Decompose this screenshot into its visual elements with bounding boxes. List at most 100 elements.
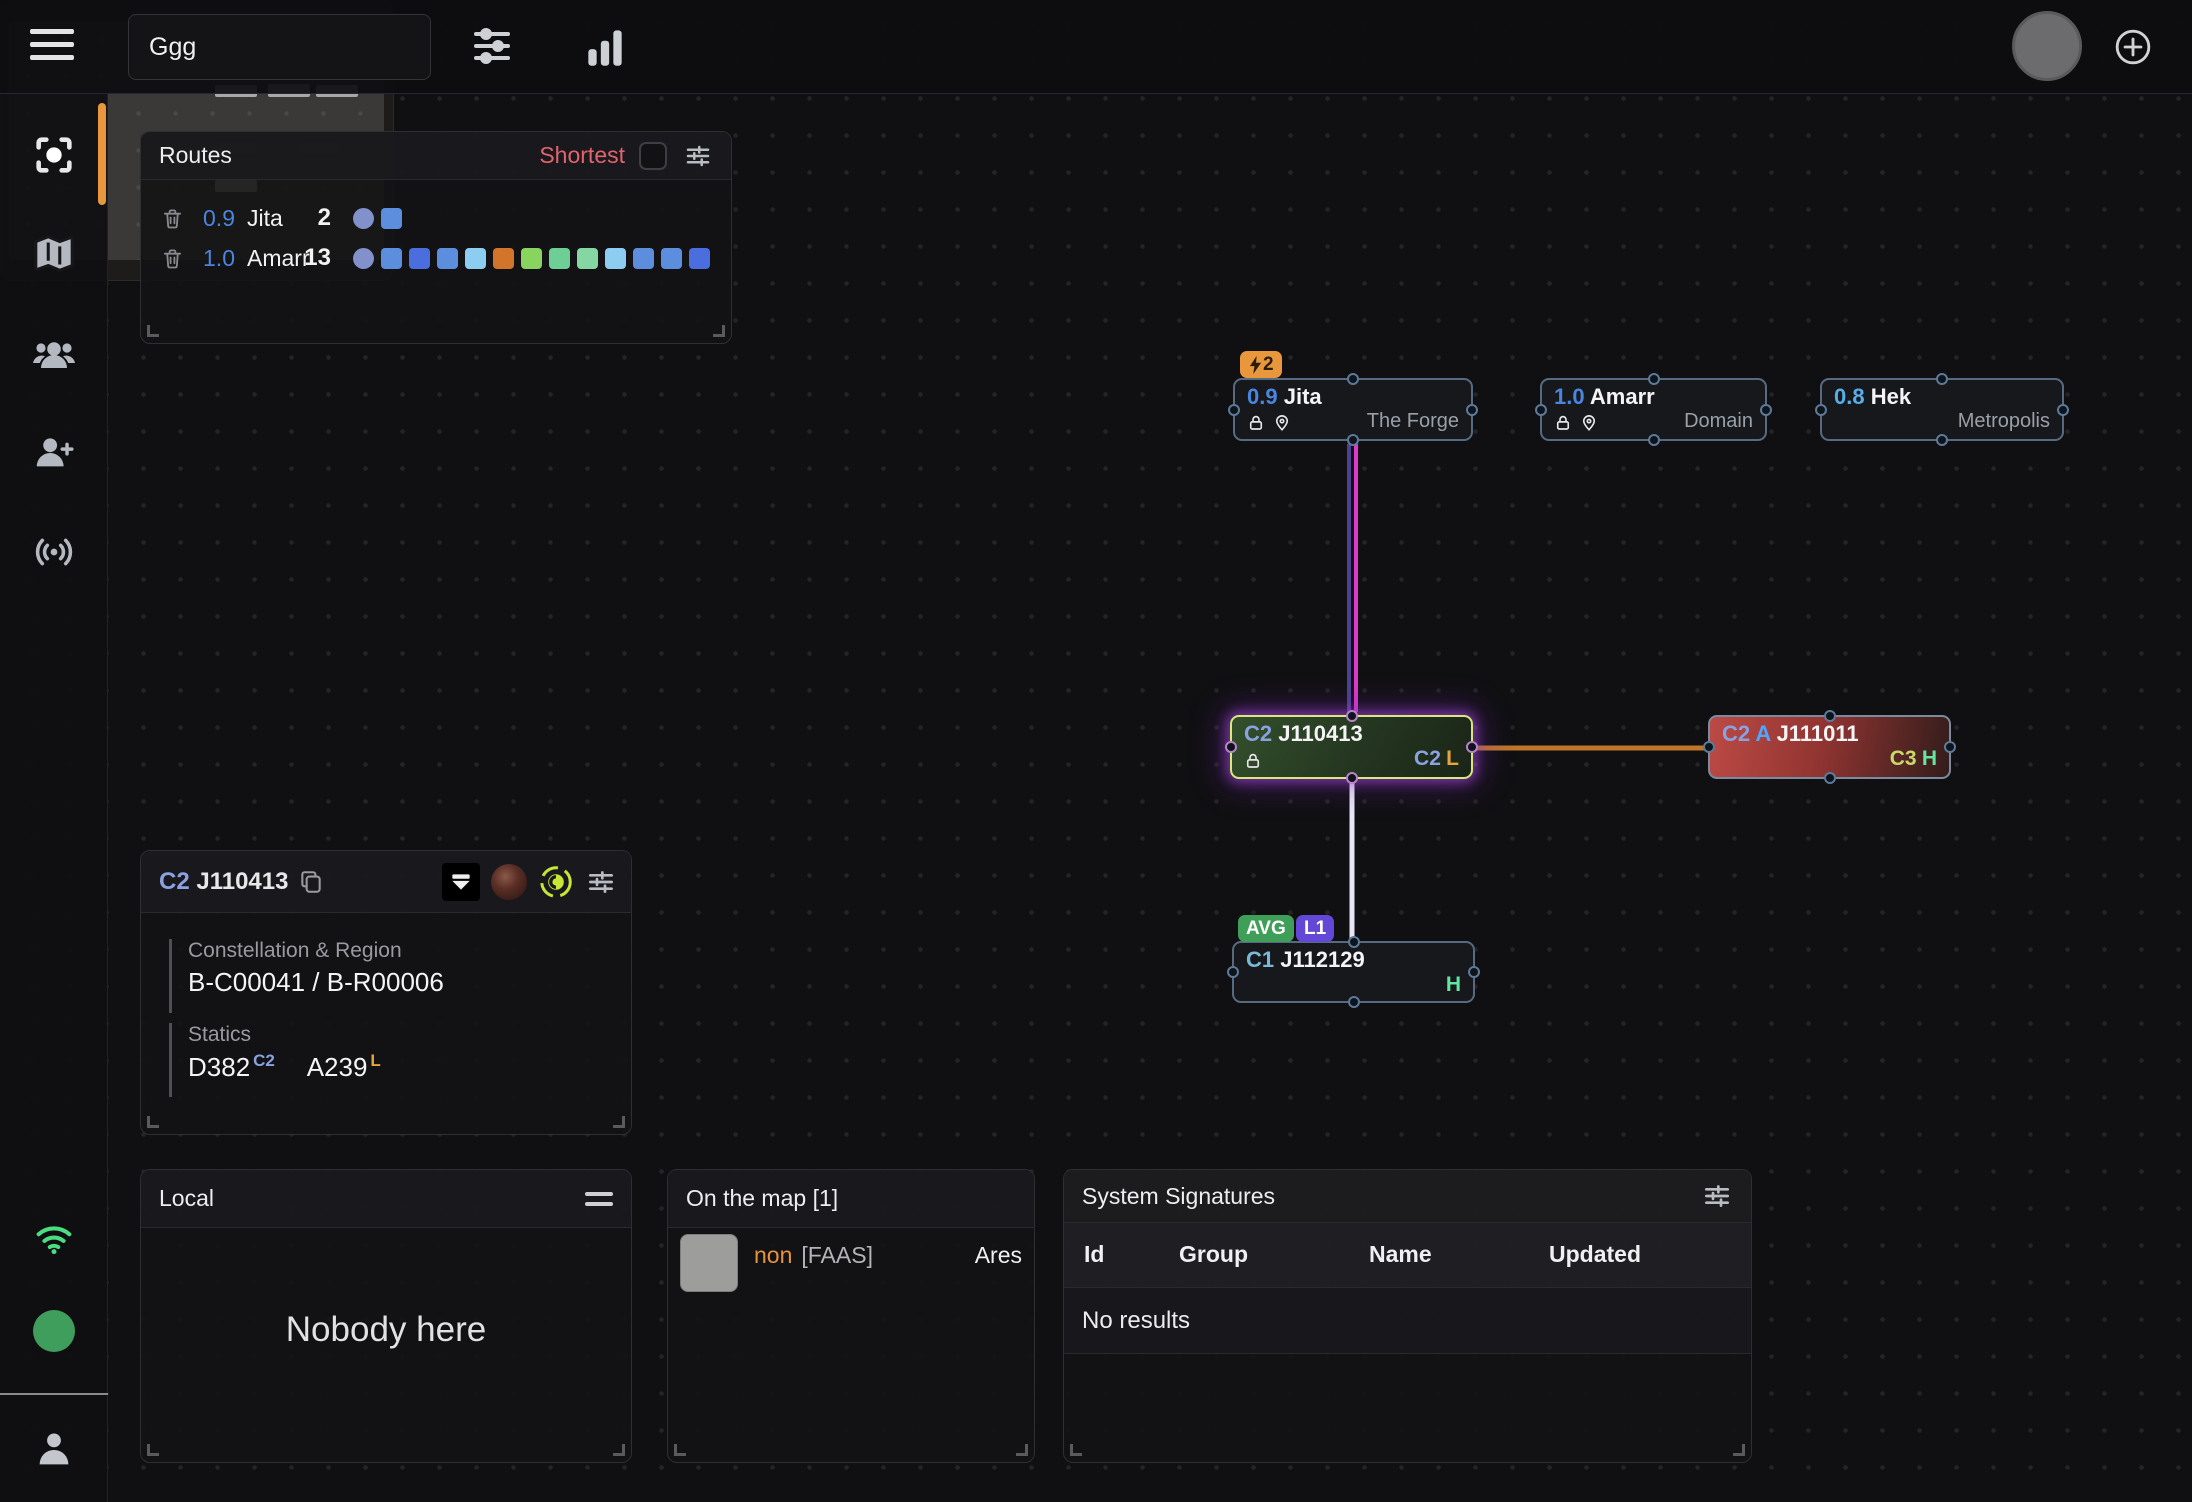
map-node-hek[interactable]: 0.8 Hek Metropolis [1820, 378, 2064, 441]
connector-dot[interactable] [1936, 434, 1948, 446]
resize-handle[interactable] [613, 1444, 625, 1456]
connector-dot[interactable] [1466, 404, 1478, 416]
connector-dot[interactable] [1347, 373, 1359, 385]
route-chip [437, 248, 458, 269]
route-destination: Jita [247, 205, 283, 232]
connector-dot[interactable] [2057, 404, 2069, 416]
map-selector[interactable]: Ggg [128, 14, 431, 80]
people-icon[interactable] [30, 331, 78, 379]
pilot-row[interactable]: non [FAAS] Ares [680, 1234, 1022, 1292]
resize-handle[interactable] [1016, 1444, 1028, 1456]
connector-dot[interactable] [1346, 710, 1358, 722]
resize-handle[interactable] [147, 1444, 159, 1456]
system-name: J110413 [196, 868, 288, 895]
user-avatar[interactable] [2012, 11, 2082, 81]
pilot-avatar [680, 1234, 738, 1292]
connector-dot[interactable] [1936, 373, 1948, 385]
activity-chart-icon[interactable] [580, 22, 630, 72]
connector-dot[interactable] [1815, 404, 1827, 416]
collapse-icon[interactable] [442, 863, 480, 901]
map-icon[interactable] [31, 231, 77, 277]
connector-dot[interactable] [1703, 741, 1715, 753]
map-node-j112129[interactable]: C1 J112129 H [1232, 941, 1475, 1003]
connector-dot[interactable] [1347, 434, 1359, 446]
signatures-empty-message: No results [1064, 1288, 1751, 1354]
focus-scan-icon[interactable] [31, 132, 77, 178]
map-filters-icon[interactable] [468, 22, 516, 70]
connector-dot[interactable] [1535, 404, 1547, 416]
menu-icon[interactable] [30, 29, 74, 65]
radar-target-icon[interactable] [538, 864, 574, 900]
wifi-icon[interactable] [31, 1216, 77, 1262]
map-node-j110413-selected[interactable]: C2 J110413 C2 L [1230, 715, 1473, 779]
section-label: Constellation & Region [188, 939, 444, 963]
route-chip [689, 248, 710, 269]
routes-settings-icon[interactable] [683, 141, 713, 171]
connector-dot[interactable] [1648, 434, 1660, 446]
route-row-jita[interactable]: 0.9 Jita 2 [141, 198, 731, 238]
user-icon[interactable] [31, 1426, 77, 1472]
node-sec-tag: H [1446, 973, 1461, 997]
node-region: Domain [1684, 410, 1753, 433]
broadcast-icon[interactable] [29, 527, 79, 577]
pilot-name: non [754, 1242, 792, 1269]
shortest-checkbox[interactable] [639, 142, 667, 170]
resize-handle[interactable] [147, 1116, 159, 1128]
left-sidebar [0, 94, 108, 1502]
signatures-settings-icon[interactable] [1701, 1180, 1733, 1212]
jita-kills-badge: 2 [1240, 351, 1282, 378]
connector-dot[interactable] [1227, 966, 1239, 978]
connector-dot[interactable] [1824, 710, 1836, 722]
level-badge: L1 [1296, 915, 1334, 942]
connector-dot[interactable] [1346, 772, 1358, 784]
copy-icon[interactable] [298, 869, 324, 895]
route-row-amarr[interactable]: 1.0 Amarr 13 [141, 238, 731, 278]
location-pin-icon [1580, 413, 1598, 433]
local-panel: Local Nobody here [140, 1169, 632, 1463]
local-title: Local [159, 1185, 214, 1212]
character-portrait[interactable] [491, 864, 527, 900]
system-settings-icon[interactable] [585, 866, 617, 898]
connector-dot[interactable] [1466, 741, 1478, 753]
connector-dot[interactable] [1348, 936, 1360, 948]
resize-handle[interactable] [713, 325, 725, 337]
column-id[interactable]: Id [1084, 1241, 1104, 1268]
system-signatures-panel: System Signatures Id Group Name Updated … [1063, 1169, 1752, 1463]
connector-dot[interactable] [1225, 741, 1237, 753]
node-static-class: C3 [1890, 747, 1917, 771]
add-button[interactable] [2114, 28, 2152, 66]
connector-dot[interactable] [1944, 741, 1956, 753]
connector-dot[interactable] [1468, 966, 1480, 978]
resize-handle[interactable] [1070, 1444, 1082, 1456]
map-node-amarr[interactable]: 1.0 Amarr Domain [1540, 378, 1767, 441]
resize-handle[interactable] [1733, 1444, 1745, 1456]
local-empty-message: Nobody here [141, 1310, 631, 1350]
local-menu-icon[interactable] [585, 1186, 613, 1212]
person-add-icon[interactable] [31, 429, 77, 475]
section-label: Statics [188, 1023, 407, 1047]
resize-handle[interactable] [147, 325, 159, 337]
connector-dot[interactable] [1648, 373, 1660, 385]
route-chip [521, 248, 542, 269]
connector-dot[interactable] [1760, 404, 1772, 416]
map-node-jita[interactable]: 0.9 Jita The Forge [1233, 378, 1473, 441]
column-name[interactable]: Name [1369, 1241, 1432, 1268]
connector-dot[interactable] [1228, 404, 1240, 416]
status-online-dot [33, 1310, 75, 1352]
column-group[interactable]: Group [1179, 1241, 1248, 1268]
route-system-chips [353, 208, 402, 229]
map-node-j111011[interactable]: C2 A J111011 C3 H [1708, 715, 1951, 779]
location-pin-icon [1273, 413, 1291, 433]
node-sec-tag: L [1446, 747, 1459, 771]
column-updated[interactable]: Updated [1549, 1241, 1641, 1268]
connector-dot[interactable] [1824, 772, 1836, 784]
route-jump-count: 13 [299, 244, 331, 272]
connector-dot[interactable] [1348, 996, 1360, 1008]
resize-handle[interactable] [613, 1116, 625, 1128]
route-chip [605, 248, 626, 269]
delete-route-icon[interactable] [161, 247, 185, 270]
resize-handle[interactable] [674, 1444, 686, 1456]
delete-route-icon[interactable] [161, 207, 185, 230]
routes-panel: Routes Shortest 0.9 Jita 2 1.0 Amarr 13 [140, 131, 732, 344]
route-mode-label[interactable]: Shortest [539, 142, 625, 169]
